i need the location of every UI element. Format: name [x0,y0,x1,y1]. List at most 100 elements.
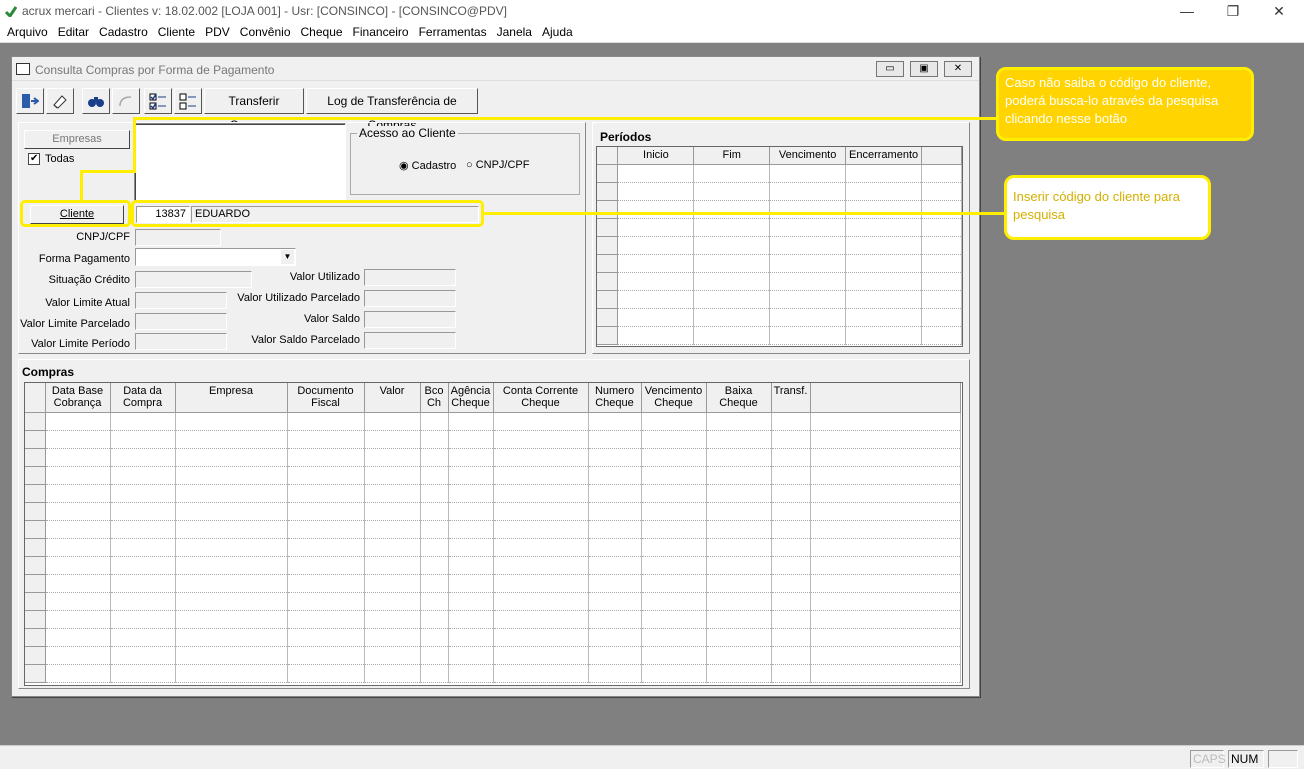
compras-cell[interactable] [706,592,772,611]
periodos-cell[interactable] [693,218,771,237]
row-header[interactable] [25,628,46,647]
compras-cell[interactable] [706,448,772,467]
compras-cell[interactable] [448,592,494,611]
compras-cell[interactable] [175,484,288,503]
periodos-cell[interactable] [845,182,923,201]
compras-cell[interactable] [448,556,494,575]
row-header[interactable] [597,182,619,201]
periodos-cell[interactable] [845,290,923,309]
compras-cell[interactable] [641,538,707,557]
row-header[interactable] [25,646,46,665]
compras-cell[interactable] [771,556,811,575]
compras-cell[interactable] [493,628,589,647]
compras-cell[interactable] [110,574,176,593]
compras-cell[interactable] [588,448,642,467]
compras-cell[interactable] [364,610,421,629]
periodos-row[interactable] [597,164,962,183]
compras-cell[interactable] [771,448,811,467]
compras-cell[interactable] [420,592,449,611]
compras-cell[interactable] [287,556,365,575]
row-header[interactable] [25,484,46,503]
compras-row[interactable] [25,574,961,593]
periodos-cell[interactable] [693,182,771,201]
periodos-cell[interactable] [617,308,695,327]
compras-cell[interactable] [287,574,365,593]
periodos-cell[interactable] [921,272,962,291]
child-restore-button[interactable]: ▣ [910,61,938,77]
compras-row[interactable] [25,466,961,485]
compras-cell[interactable] [45,448,111,467]
row-header[interactable] [25,412,46,431]
compras-cell[interactable] [588,610,642,629]
menu-financeiro[interactable]: Financeiro [349,23,413,39]
compras-cell[interactable] [110,520,176,539]
periodos-cell[interactable] [921,254,962,273]
compras-cell[interactable] [810,556,961,575]
compras-cell[interactable] [493,448,589,467]
compras-cell[interactable] [110,502,176,521]
periodos-row[interactable] [597,218,962,237]
row-header[interactable] [25,574,46,593]
compras-cell[interactable] [706,430,772,449]
row-header[interactable] [25,448,46,467]
compras-cell[interactable] [448,538,494,557]
radio-cnpj[interactable]: ○ CNPJ/CPF [466,159,529,171]
compras-row[interactable] [25,502,961,521]
compras-cell[interactable] [771,646,811,665]
compras-cell[interactable] [175,610,288,629]
compras-cell[interactable] [420,646,449,665]
compras-cell[interactable] [448,484,494,503]
compras-cell[interactable] [175,538,288,557]
row-header[interactable] [597,236,619,255]
periodos-cell[interactable] [693,326,771,345]
row-header[interactable] [25,466,46,485]
menu-pdv[interactable]: PDV [201,23,234,39]
compras-cell[interactable] [771,520,811,539]
compras-cell[interactable] [493,430,589,449]
compras-cell[interactable] [641,664,707,683]
compras-cell[interactable] [110,466,176,485]
compras-cell[interactable] [287,430,365,449]
compras-col-header[interactable]: Documento Fiscal [287,383,365,413]
child-close-button[interactable]: ✕ [944,61,972,77]
compras-cell[interactable] [364,646,421,665]
periodos-cell[interactable] [693,290,771,309]
log-transferencia-button[interactable]: Log de Transferência de Compras [306,88,478,132]
menu-ajuda[interactable]: Ajuda [538,23,577,39]
periodos-grid[interactable]: Inicio Fim Vencimento Encerramento [596,146,963,347]
compras-cell[interactable] [588,484,642,503]
periodos-cell[interactable] [693,200,771,219]
compras-col-header[interactable]: Transf. [771,383,811,413]
compras-cell[interactable] [45,538,111,557]
compras-cell[interactable] [493,412,589,431]
periodos-cell[interactable] [693,254,771,273]
compras-cell[interactable] [45,484,111,503]
compras-cell[interactable] [641,610,707,629]
radio-cadastro[interactable]: ◉ Cadastro [399,159,456,172]
periodos-cell[interactable] [845,236,923,255]
menu-editar[interactable]: Editar [54,23,93,39]
compras-cell[interactable] [771,592,811,611]
compras-cell[interactable] [810,448,961,467]
periodos-row[interactable] [597,272,962,291]
periodos-cell[interactable] [769,308,847,327]
compras-cell[interactable] [641,628,707,647]
compras-cell[interactable] [175,466,288,485]
compras-cell[interactable] [448,646,494,665]
dropdown-arrow-icon[interactable]: ▼ [281,250,294,264]
compras-cell[interactable] [364,484,421,503]
menu-cliente[interactable]: Cliente [154,23,199,39]
compras-cell[interactable] [175,412,288,431]
periodos-cell[interactable] [769,326,847,345]
menu-cadastro[interactable]: Cadastro [95,23,152,39]
compras-cell[interactable] [641,646,707,665]
periodos-cell[interactable] [921,326,962,345]
compras-cell[interactable] [493,520,589,539]
compras-cell[interactable] [420,664,449,683]
compras-cell[interactable] [448,412,494,431]
row-header[interactable] [597,218,619,237]
periodos-cell[interactable] [845,218,923,237]
compras-cell[interactable] [641,412,707,431]
exit-button[interactable] [16,88,44,114]
periodos-cell[interactable] [693,236,771,255]
